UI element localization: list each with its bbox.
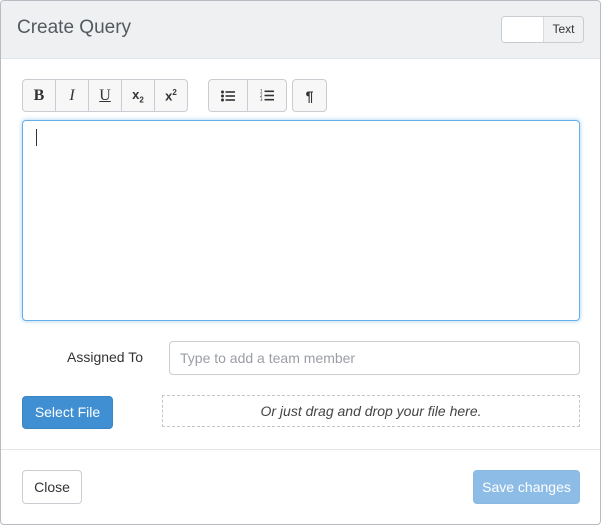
save-changes-button[interactable]: Save changes	[473, 470, 580, 504]
underline-button[interactable]: U	[88, 79, 122, 112]
text-caret	[36, 129, 37, 146]
superscript-button[interactable]: x2	[154, 79, 188, 112]
format-button-group: B I U x2 x2	[22, 79, 188, 112]
subscript-icon: x2	[132, 86, 144, 105]
list-button-group: 1 2 3	[208, 79, 287, 112]
assigned-to-label: Assigned To	[67, 349, 144, 365]
close-button[interactable]: Close	[22, 470, 82, 504]
paragraph-button[interactable]: ¶	[292, 79, 327, 112]
query-editor[interactable]	[22, 120, 580, 321]
paragraph-icon: ¶	[305, 87, 314, 104]
italic-button[interactable]: I	[55, 79, 89, 112]
numbered-list-icon: 1 2 3	[260, 89, 274, 102]
subscript-button[interactable]: x2	[121, 79, 155, 112]
bullet-list-button[interactable]	[208, 79, 248, 112]
superscript-icon: x2	[165, 87, 177, 104]
modal-header: Create Query Text	[1, 1, 600, 59]
bullet-list-icon	[221, 90, 235, 101]
svg-text:3: 3	[260, 97, 263, 102]
underline-icon: U	[99, 86, 111, 104]
footer-divider	[1, 449, 600, 450]
create-query-modal: Create Query Text B I U x2 x2 1 2 3 ¶ As…	[0, 0, 601, 525]
bold-icon: B	[33, 86, 45, 104]
text-mode-toggle[interactable]: Text	[501, 16, 584, 43]
numbered-list-button[interactable]: 1 2 3	[247, 79, 287, 112]
toggle-knob	[502, 17, 544, 42]
bold-button[interactable]: B	[22, 79, 56, 112]
toggle-label: Text	[544, 17, 583, 42]
modal-title: Create Query	[17, 17, 132, 38]
italic-icon: I	[69, 86, 75, 104]
paragraph-button-group: ¶	[292, 79, 327, 112]
file-dropzone[interactable]: Or just drag and drop your file here.	[162, 395, 580, 427]
assigned-to-input[interactable]	[169, 341, 580, 375]
select-file-button[interactable]: Select File	[22, 396, 113, 429]
